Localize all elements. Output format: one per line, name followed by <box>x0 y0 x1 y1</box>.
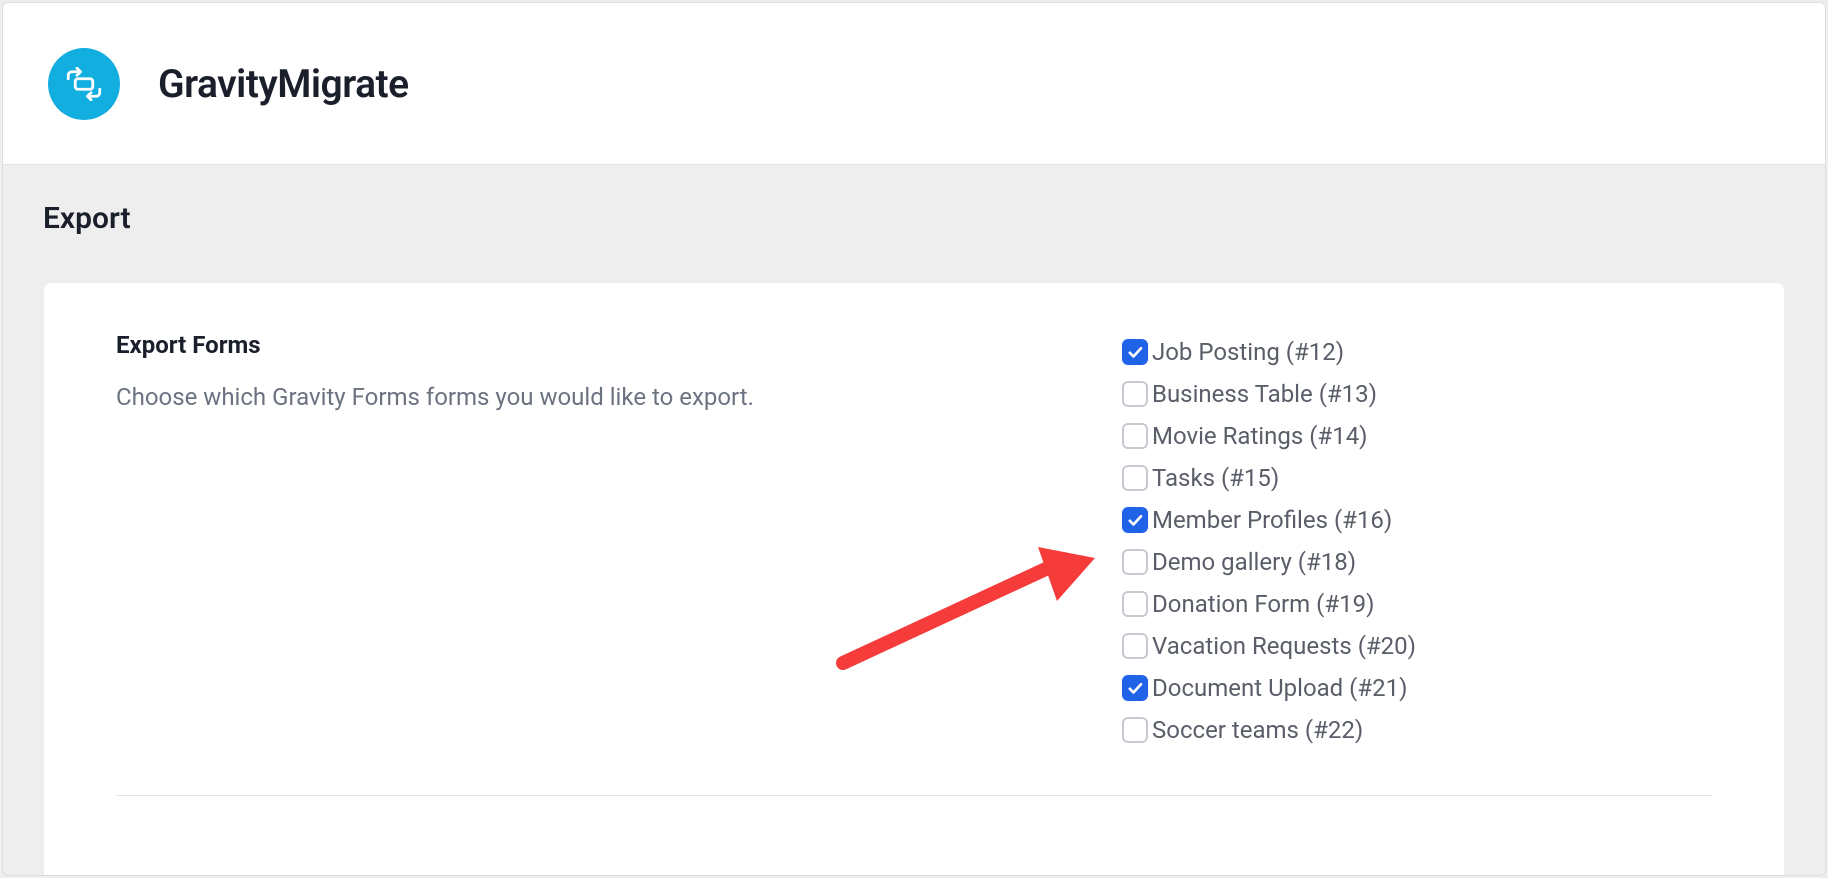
form-label[interactable]: Soccer teams (#22) <box>1152 716 1363 744</box>
form-label[interactable]: Member Profiles (#16) <box>1152 506 1392 534</box>
page: Export Export Forms Choose which Gravity… <box>3 165 1825 876</box>
form-row: Soccer teams (#22) <box>1122 713 1712 747</box>
forms-list: Job Posting (#12) Business Table (#13) Mov… <box>1122 331 1712 755</box>
form-label[interactable]: Donation Form (#19) <box>1152 590 1375 618</box>
form-row: Demo gallery (#18) <box>1122 545 1712 579</box>
form-label[interactable]: Job Posting (#12) <box>1152 338 1344 366</box>
form-label[interactable]: Document Upload (#21) <box>1152 674 1408 702</box>
form-checkbox[interactable] <box>1122 465 1148 491</box>
form-checkbox[interactable] <box>1122 381 1148 407</box>
form-row: Member Profiles (#16) <box>1122 503 1712 537</box>
form-checkbox[interactable] <box>1122 549 1148 575</box>
form-checkbox[interactable] <box>1122 717 1148 743</box>
form-label[interactable]: Vacation Requests (#20) <box>1152 632 1416 660</box>
form-checkbox[interactable] <box>1122 675 1148 701</box>
form-checkbox[interactable] <box>1122 507 1148 533</box>
page-title: Export <box>43 201 1785 236</box>
export-card: Export Forms Choose which Gravity Forms … <box>43 282 1785 876</box>
form-row: Donation Form (#19) <box>1122 587 1712 621</box>
form-checkbox[interactable] <box>1122 339 1148 365</box>
form-row: Job Posting (#12) <box>1122 335 1712 369</box>
form-label[interactable]: Movie Ratings (#14) <box>1152 422 1368 450</box>
topbar: GravityMigrate <box>3 3 1825 165</box>
logo-wrap: GravityMigrate <box>48 48 409 120</box>
form-row: Document Upload (#21) <box>1122 671 1712 705</box>
form-checkbox[interactable] <box>1122 633 1148 659</box>
form-row: Business Table (#13) <box>1122 377 1712 411</box>
form-row: Movie Ratings (#14) <box>1122 419 1712 453</box>
app-title: GravityMigrate <box>158 61 409 107</box>
export-forms-section: Export Forms Choose which Gravity Forms … <box>116 331 1712 796</box>
section-title: Export Forms <box>116 331 1082 359</box>
forms-scroll-area[interactable]: Job Posting (#12) Business Table (#13) Mov… <box>1122 335 1712 755</box>
form-row: Tasks (#15) <box>1122 461 1712 495</box>
form-label[interactable]: Demo gallery (#18) <box>1152 548 1356 576</box>
form-checkbox[interactable] <box>1122 591 1148 617</box>
section-left: Export Forms Choose which Gravity Forms … <box>116 331 1082 755</box>
form-label[interactable]: Tasks (#15) <box>1152 464 1279 492</box>
app-logo-icon <box>48 48 120 120</box>
form-row: Vacation Requests (#20) <box>1122 629 1712 663</box>
form-label[interactable]: Business Table (#13) <box>1152 380 1377 408</box>
section-description: Choose which Gravity Forms forms you wou… <box>116 381 1082 415</box>
form-checkbox[interactable] <box>1122 423 1148 449</box>
app-window: GravityMigrate Export Export Forms Choos… <box>2 2 1826 876</box>
